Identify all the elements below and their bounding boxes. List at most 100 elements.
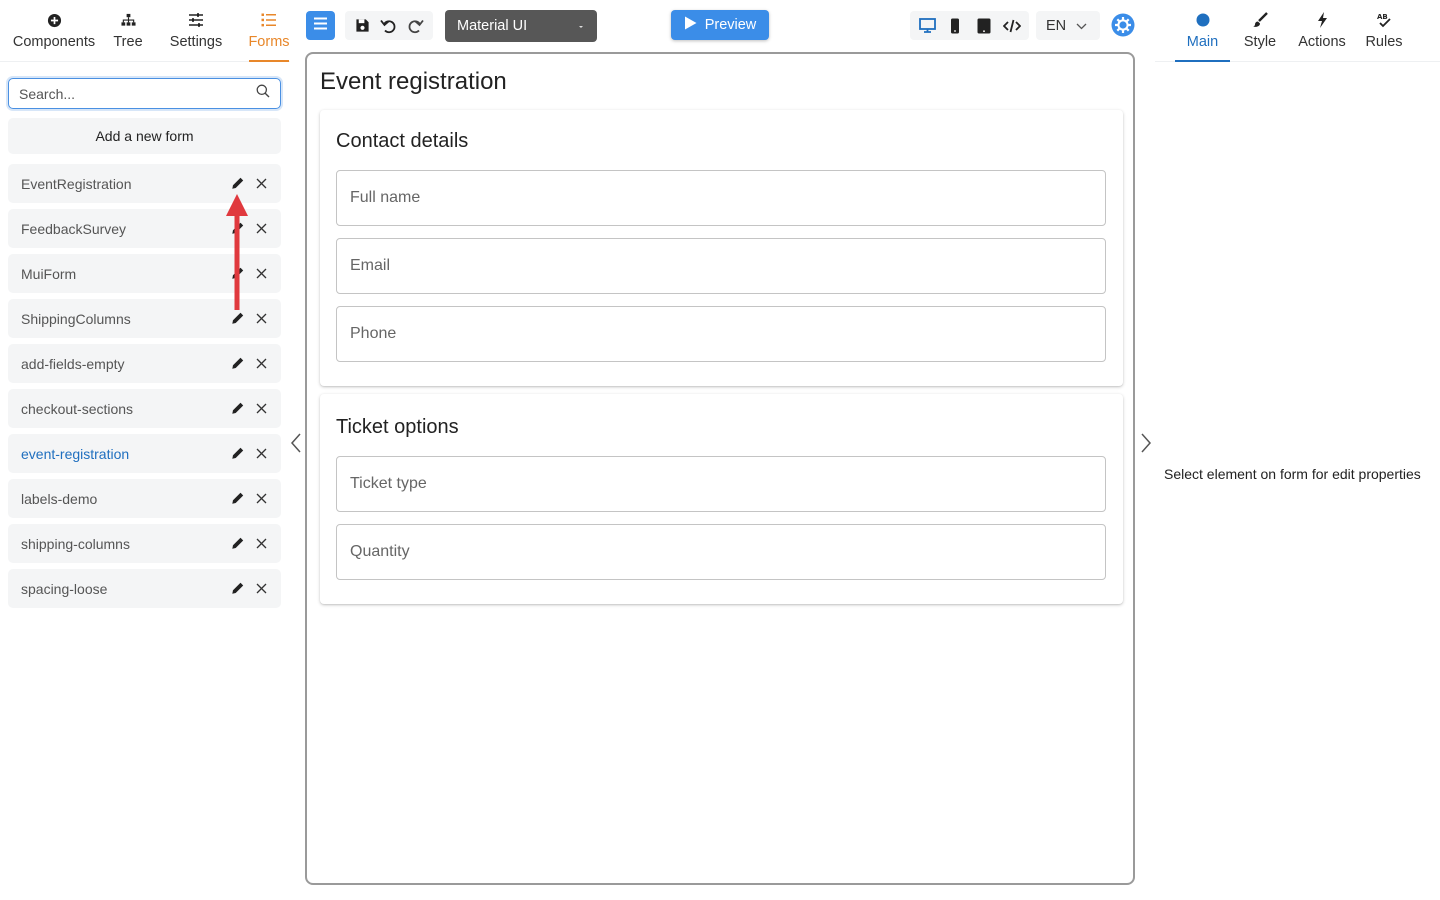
form-builder-app: Components Tree Settings Forms Search...… [0, 0, 1440, 900]
tab-main[interactable]: Main [1175, 0, 1230, 62]
edit-pencil-icon[interactable] [228, 535, 246, 553]
form-list-item-label: ShippingColumns [21, 310, 131, 327]
delete-close-icon[interactable] [252, 310, 270, 328]
edit-pencil-icon[interactable] [228, 445, 246, 463]
tab-rules[interactable]: AB Rules [1360, 0, 1408, 61]
delete-close-icon[interactable] [252, 220, 270, 238]
form-list-item-label: spacing-loose [21, 580, 108, 597]
preview-label: Preview [704, 17, 757, 33]
edit-pencil-icon[interactable] [228, 400, 246, 418]
save-icon[interactable] [350, 14, 374, 38]
delete-close-icon[interactable] [252, 175, 270, 193]
desktop-icon[interactable] [915, 14, 939, 38]
form-canvas: Event registration Contact details Full … [305, 52, 1135, 885]
plus-circle-icon [47, 11, 62, 29]
file-actions-group [345, 11, 433, 40]
delete-close-icon[interactable] [252, 535, 270, 553]
play-icon [684, 16, 697, 34]
form-list-item[interactable]: add-fields-empty [8, 344, 281, 383]
form-list-item-label: checkout-sections [21, 400, 134, 417]
right-tabs: Main Style Actions AB Rules [1155, 0, 1440, 62]
svg-text:AB: AB [1377, 13, 1388, 21]
form-list-item[interactable]: spacing-loose [8, 569, 281, 608]
delete-close-icon[interactable] [252, 490, 270, 508]
tab-style-label: Style [1243, 34, 1277, 50]
tablet-icon[interactable] [972, 14, 996, 38]
language-select[interactable]: EN [1036, 11, 1100, 40]
circle-icon [1196, 11, 1210, 29]
form-list-item[interactable]: event-registration [8, 434, 281, 473]
gear-icon[interactable] [1111, 13, 1135, 37]
edit-pencil-icon[interactable] [228, 580, 246, 598]
tab-forms[interactable]: Forms [248, 0, 290, 62]
theme-select-value: Material UI [457, 18, 528, 34]
sliders-icon [188, 11, 204, 29]
right-panel: Main Style Actions AB Rules Select eleme… [1155, 0, 1440, 900]
form-list-item-label: event-registration [21, 445, 130, 462]
edit-pencil-icon[interactable] [228, 175, 246, 193]
form-list-item-label: FeedbackSurvey [21, 220, 127, 237]
tab-style[interactable]: Style [1238, 0, 1282, 61]
spellcheck-icon: AB [1376, 11, 1392, 29]
delete-close-icon[interactable] [252, 400, 270, 418]
tab-rules-label: Rules [1365, 34, 1403, 50]
tab-forms-label: Forms [248, 34, 290, 50]
search-icon [256, 84, 270, 103]
form-list-item-label: add-fields-empty [21, 355, 125, 372]
delete-close-icon[interactable] [252, 445, 270, 463]
tab-main-label: Main [1186, 34, 1219, 50]
form-list-item[interactable]: labels-demo [8, 479, 281, 518]
mobile-icon[interactable] [943, 14, 967, 38]
collapse-left-panel-chevron-icon[interactable] [288, 432, 304, 454]
left-panel: Components Tree Settings Forms Search...… [0, 0, 290, 900]
section-ticket-options[interactable]: Ticket options Ticket type Quantity [320, 394, 1123, 604]
email-field[interactable]: Email [336, 238, 1106, 294]
edit-pencil-icon[interactable] [228, 355, 246, 373]
ticket-type-field[interactable]: Ticket type [336, 456, 1106, 512]
tab-tree[interactable]: Tree [102, 0, 154, 61]
full-name-field[interactable]: Full name [336, 170, 1106, 226]
delete-close-icon[interactable] [252, 580, 270, 598]
delete-close-icon[interactable] [252, 355, 270, 373]
add-form-button[interactable]: Add a new form [8, 118, 281, 154]
tree-icon [120, 11, 136, 29]
search-box [8, 78, 281, 109]
tab-actions[interactable]: Actions [1292, 0, 1352, 61]
code-icon[interactable] [1000, 14, 1024, 38]
section-title: Ticket options [336, 416, 459, 438]
caret-down-icon [577, 18, 585, 34]
hamburger-icon [313, 17, 328, 35]
toolbar: Material UI Preview EN [290, 0, 1150, 52]
form-list-item[interactable]: checkout-sections [8, 389, 281, 428]
delete-close-icon[interactable] [252, 265, 270, 283]
collapse-right-panel-chevron-icon[interactable] [1138, 432, 1154, 454]
form-list-item-label: EventRegistration [21, 175, 132, 192]
quantity-field[interactable]: Quantity [336, 524, 1106, 580]
brush-icon [1252, 11, 1268, 29]
chevron-down-icon [1076, 18, 1087, 34]
tab-tree-label: Tree [113, 34, 143, 50]
tab-settings-label: Settings [169, 34, 223, 50]
redo-icon[interactable] [404, 14, 428, 38]
theme-select[interactable]: Material UI [445, 10, 597, 42]
preview-button[interactable]: Preview [671, 10, 769, 40]
undo-icon[interactable] [377, 14, 401, 38]
tab-actions-label: Actions [1298, 34, 1346, 50]
search-input[interactable] [19, 85, 256, 102]
edit-pencil-icon[interactable] [228, 310, 246, 328]
device-switcher [910, 11, 1029, 40]
phone-field[interactable]: Phone [336, 306, 1106, 362]
tab-components[interactable]: Components [6, 0, 102, 61]
lightning-icon [1317, 11, 1328, 29]
tab-settings[interactable]: Settings [162, 0, 230, 61]
form-list-item-label: labels-demo [21, 490, 98, 507]
list-icon [261, 11, 277, 29]
form-title: Event registration [320, 68, 507, 95]
edit-pencil-icon[interactable] [228, 490, 246, 508]
left-tabs: Components Tree Settings Forms [0, 0, 290, 62]
menu-button[interactable] [306, 11, 335, 40]
form-list-item[interactable]: shipping-columns [8, 524, 281, 563]
form-list-item-label: MuiForm [21, 265, 77, 282]
section-contact-details[interactable]: Contact details Full name Email Phone [320, 110, 1123, 386]
tab-components-label: Components [12, 34, 96, 50]
